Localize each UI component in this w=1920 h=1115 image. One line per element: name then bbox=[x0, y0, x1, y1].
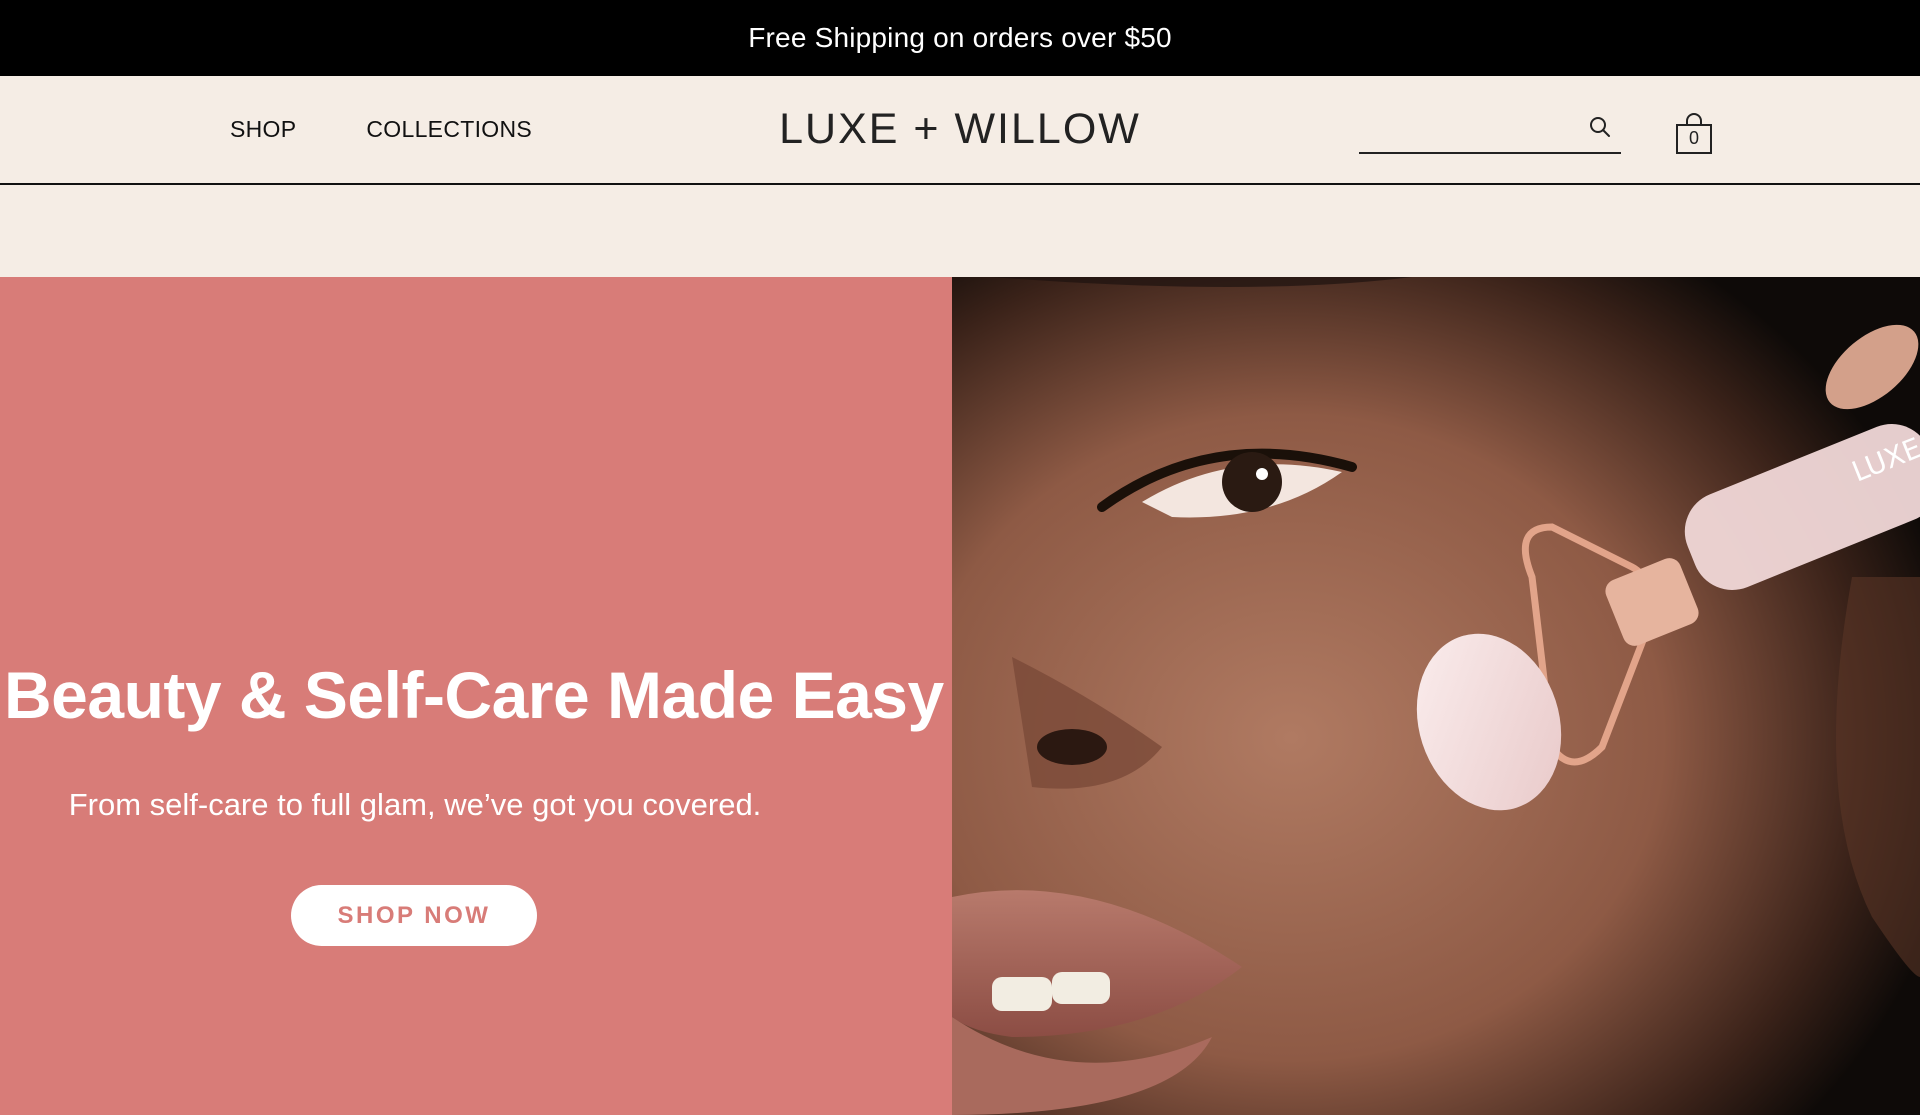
site-header: SHOP COLLECTIONS LUXE + WILLOW bbox=[0, 76, 1920, 185]
hero-panel: Beauty & Self-Care Made Easy From self-c… bbox=[0, 277, 952, 1115]
main-nav: SHOP COLLECTIONS bbox=[230, 76, 532, 183]
shop-now-button[interactable]: SHOP NOW bbox=[291, 885, 537, 946]
brand-logo[interactable]: LUXE + WILLOW bbox=[779, 105, 1141, 154]
hero-subtitle: From self-care to full glam, we’ve got y… bbox=[68, 787, 762, 822]
nav-item-shop[interactable]: SHOP bbox=[230, 116, 296, 143]
search-icon[interactable] bbox=[1587, 114, 1613, 140]
announcement-text: Free Shipping on orders over $50 bbox=[748, 22, 1172, 53]
announcement-bar: Free Shipping on orders over $50 bbox=[0, 0, 1920, 76]
search-input[interactable] bbox=[1359, 108, 1583, 144]
search-box bbox=[1359, 100, 1621, 154]
hero-image: LUXE bbox=[952, 277, 1920, 1115]
cart-button[interactable]: 0 bbox=[1674, 112, 1714, 156]
nav-item-collections[interactable]: COLLECTIONS bbox=[366, 116, 532, 143]
hero-photo-illustration: LUXE bbox=[952, 277, 1920, 1115]
hero-title: Beauty & Self-Care Made Easy bbox=[4, 658, 944, 732]
cart-count: 0 bbox=[1688, 128, 1699, 148]
